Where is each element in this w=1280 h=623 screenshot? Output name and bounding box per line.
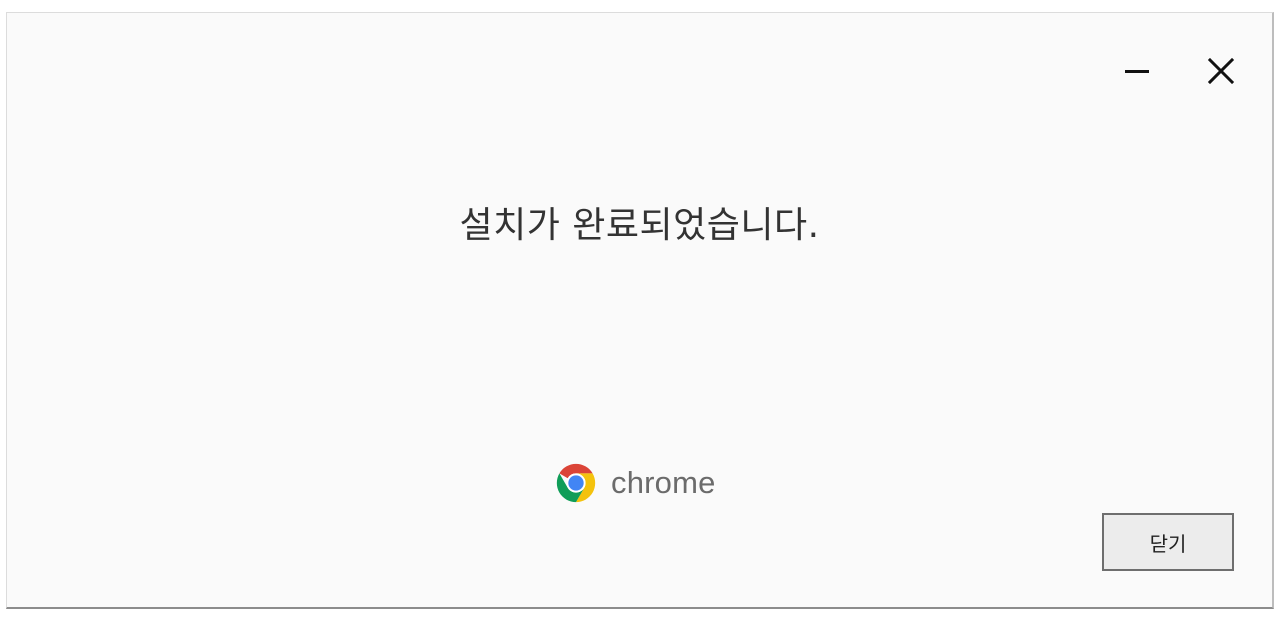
close-window-button[interactable] (1192, 51, 1250, 91)
minimize-button[interactable] (1108, 51, 1166, 91)
chrome-brand: chrome (553, 460, 716, 506)
chrome-wordmark: chrome (611, 465, 716, 500)
close-icon (1208, 58, 1234, 84)
installer-dialog: 설치가 완료되었습니다. chrome 닫기 (6, 12, 1274, 609)
install-complete-message: 설치가 완료되었습니다. (459, 205, 820, 246)
minimize-icon (1125, 70, 1149, 73)
close-button[interactable]: 닫기 (1102, 513, 1234, 571)
chrome-logo-icon (556, 463, 596, 503)
window-controls (1108, 51, 1250, 91)
